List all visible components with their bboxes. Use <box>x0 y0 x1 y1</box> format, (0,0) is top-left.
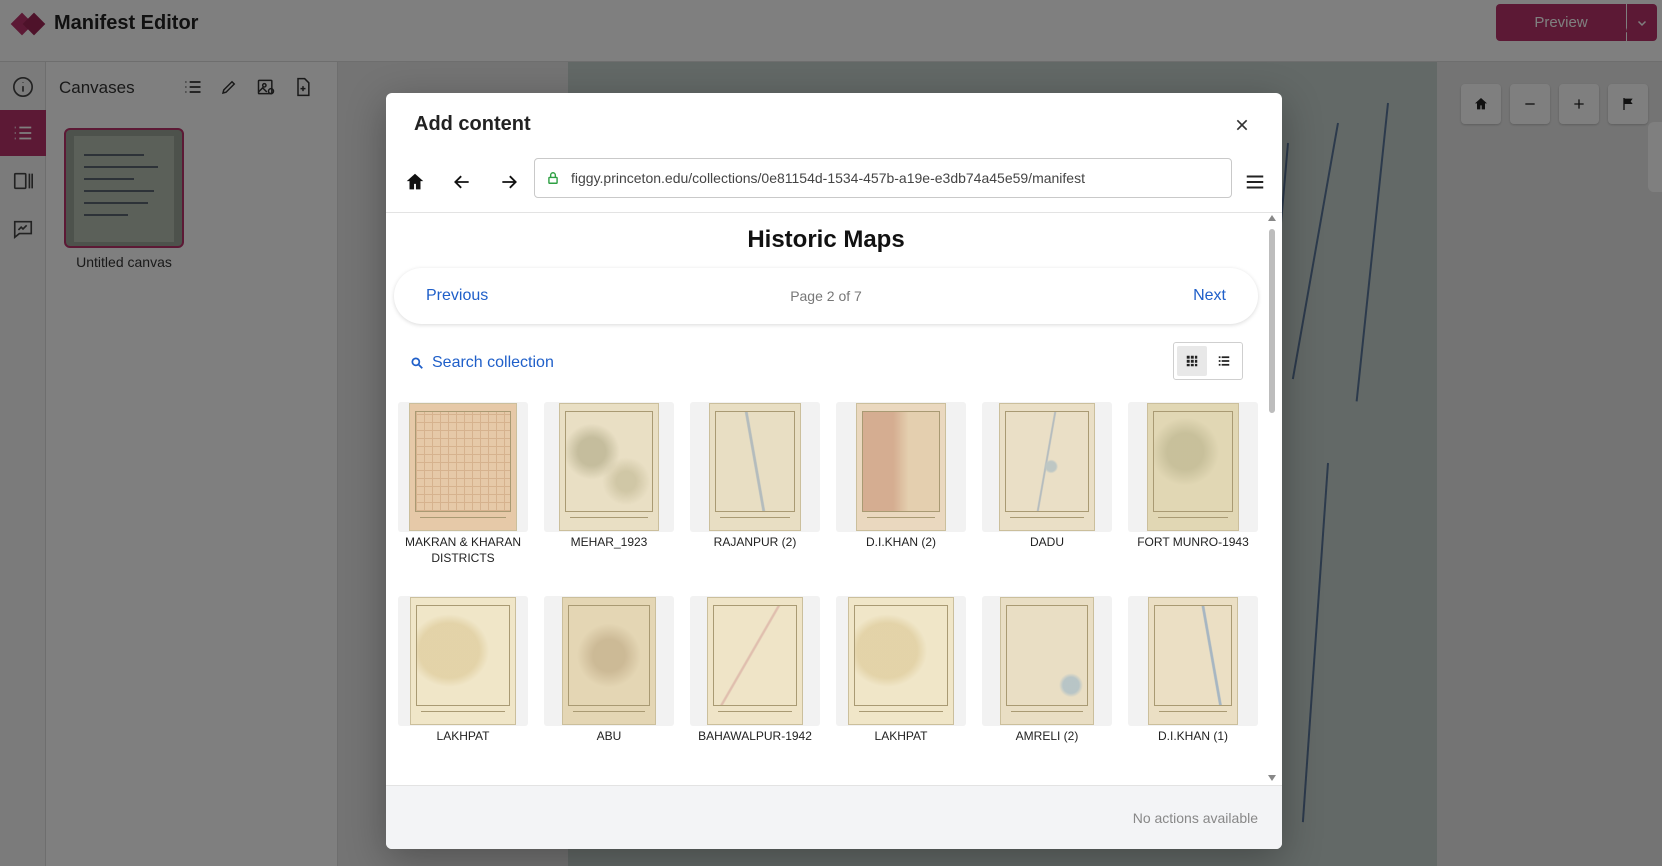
map-thumbnail <box>836 596 966 726</box>
dialog-title: Add content <box>414 113 531 135</box>
page-indicator: Page 2 of 7 <box>790 288 862 304</box>
collection-item[interactable]: MAKRAN & KHARAN DISTRICTS <box>398 402 528 566</box>
collection-item[interactable]: RAJANPUR (2) <box>690 402 820 550</box>
next-page-link[interactable]: Next <box>1193 287 1226 305</box>
collection-title: Historic Maps <box>747 226 905 253</box>
map-thumbnail <box>690 596 820 726</box>
browser-nav-bar: figgy.princeton.edu/collections/0e81154d… <box>386 157 1282 213</box>
grid-icon <box>1186 355 1198 367</box>
collection-item[interactable]: D.I.KHAN (2) <box>836 402 966 550</box>
menu-button[interactable] <box>1238 165 1272 199</box>
collection-item[interactable]: FORT MUNRO-1943 <box>1128 402 1258 550</box>
dialog-footer: No actions available <box>386 785 1282 849</box>
arrow-right-icon <box>502 175 517 189</box>
dialog-header: Add content <box>386 93 1282 157</box>
arrow-left-icon <box>454 175 469 189</box>
list-view-button[interactable] <box>1209 346 1239 376</box>
item-label: ABU <box>596 729 622 743</box>
map-thumbnail <box>544 596 674 726</box>
map-thumbnail <box>544 402 674 532</box>
grid-view-button[interactable] <box>1177 346 1207 376</box>
map-thumbnail <box>836 402 966 532</box>
item-label: DADU <box>1029 535 1064 549</box>
item-label: BAHAWALPUR-1942 <box>698 729 812 743</box>
collection-item[interactable]: DADU <box>982 402 1112 550</box>
hamburger-icon <box>1246 175 1264 189</box>
close-icon <box>1236 119 1248 131</box>
search-collection-label: Search collection <box>432 354 554 371</box>
item-label: MAKRAN & KHARAN DISTRICTS <box>404 535 522 565</box>
list-icon <box>1218 356 1230 366</box>
scroll-thumb[interactable] <box>1269 229 1275 413</box>
item-label: FORT MUNRO-1943 <box>1137 535 1249 549</box>
scroll-up-arrow[interactable] <box>1268 215 1276 221</box>
pagination-bar: Previous Page 2 of 7 Next <box>394 268 1258 324</box>
search-icon <box>411 357 423 369</box>
url-text: figgy.princeton.edu/collections/0e81154d… <box>571 170 1085 186</box>
back-button[interactable] <box>445 165 479 199</box>
content-scrollbar[interactable] <box>1266 213 1278 785</box>
close-button[interactable] <box>1230 113 1254 137</box>
item-label: D.I.KHAN (2) <box>865 535 936 549</box>
collection-item[interactable]: D.I.KHAN (1) <box>1128 596 1258 744</box>
item-label: RAJANPUR (2) <box>713 535 797 549</box>
item-label: LAKHPAT <box>436 729 490 743</box>
add-content-dialog: Add content figgy.princeton.edu/collecti… <box>386 93 1282 849</box>
url-input[interactable]: figgy.princeton.edu/collections/0e81154d… <box>534 158 1232 198</box>
forward-button[interactable] <box>492 165 526 199</box>
view-mode-toggle <box>1173 342 1243 380</box>
map-thumbnail <box>982 596 1112 726</box>
collection-item[interactable]: AMRELI (2) <box>982 596 1112 744</box>
home-icon <box>406 173 424 190</box>
item-label: AMRELI (2) <box>1015 729 1079 743</box>
collection-item[interactable]: LAKHPAT <box>398 596 528 744</box>
collection-item[interactable]: LAKHPAT <box>836 596 966 744</box>
item-label: D.I.KHAN (1) <box>1157 729 1228 743</box>
map-thumbnail <box>1128 596 1258 726</box>
map-thumbnail <box>982 402 1112 532</box>
collection-item[interactable]: ABU <box>544 596 674 744</box>
item-label: MEHAR_1923 <box>570 535 648 549</box>
scroll-down-arrow[interactable] <box>1268 775 1276 781</box>
footer-status-text: No actions available <box>1132 810 1258 826</box>
home-button[interactable] <box>398 165 432 199</box>
search-collection-button[interactable]: Search collection <box>410 354 554 372</box>
lock-icon <box>535 171 571 185</box>
collection-item[interactable]: MEHAR_1923 <box>544 402 674 550</box>
item-label: LAKHPAT <box>874 729 928 743</box>
collection-view[interactable]: Historic Maps Previous Page 2 of 7 Next … <box>386 213 1282 785</box>
map-thumbnail <box>690 402 820 532</box>
map-thumbnail <box>398 596 528 726</box>
map-thumbnail <box>1128 402 1258 532</box>
collection-item[interactable]: BAHAWALPUR-1942 <box>690 596 820 744</box>
map-thumbnail <box>398 402 528 532</box>
